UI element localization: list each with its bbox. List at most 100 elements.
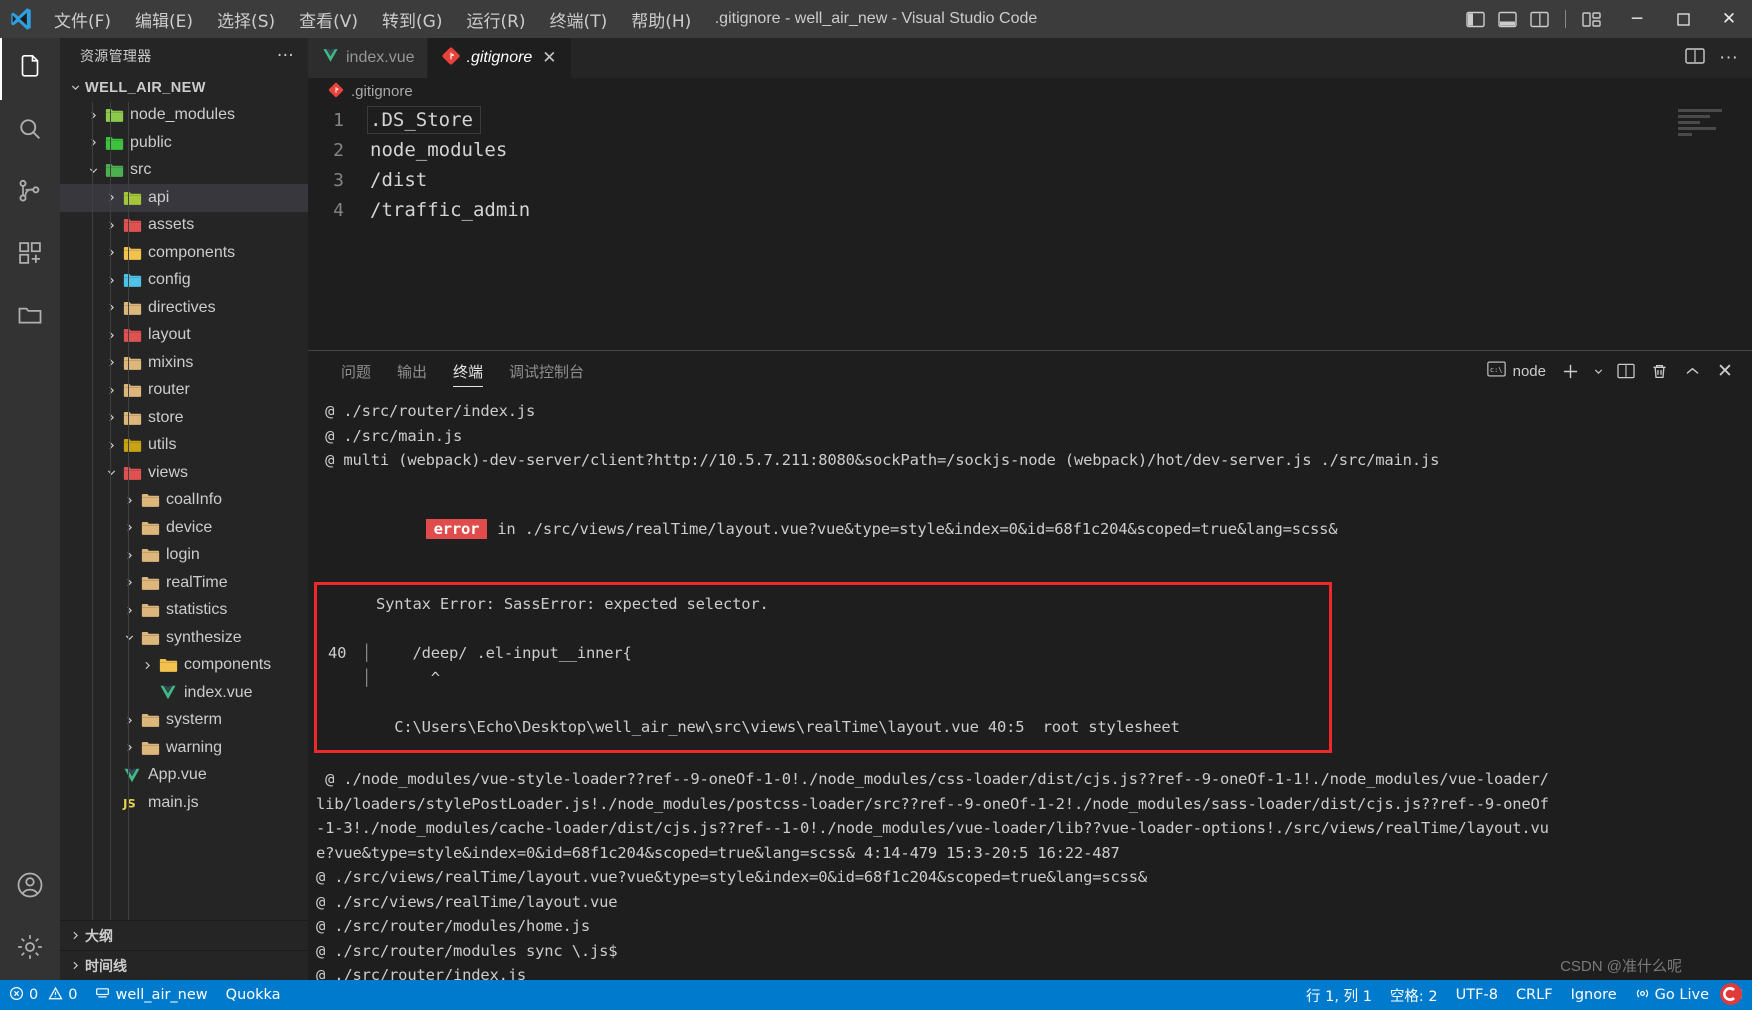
- chevron-right-icon[interactable]: [84, 109, 103, 122]
- chevron-right-icon[interactable]: [102, 329, 121, 342]
- maximize-panel-icon[interactable]: [1677, 356, 1707, 386]
- status-go-live[interactable]: Go Live: [1626, 980, 1718, 1010]
- menu-edit[interactable]: 编辑(E): [123, 3, 205, 36]
- close-button[interactable]: ✕: [1706, 0, 1752, 38]
- minimap[interactable]: [1678, 109, 1738, 179]
- chevron-down-icon[interactable]: [66, 81, 85, 94]
- tree-row-realtime[interactable]: realTime: [60, 569, 308, 597]
- chevron-right-icon[interactable]: [102, 439, 121, 452]
- chevron-right-icon[interactable]: [138, 659, 157, 672]
- tree-row-store[interactable]: store: [60, 404, 308, 432]
- code-line[interactable]: 4/traffic_admin: [308, 195, 1752, 225]
- chevron-right-icon[interactable]: [84, 136, 103, 149]
- tree-row-root[interactable]: WELL_AIR_NEW: [60, 74, 308, 102]
- chevron-right-icon[interactable]: [120, 741, 139, 754]
- toggle-panel-icon[interactable]: [1495, 7, 1519, 31]
- tree-row-src[interactable]: src: [60, 157, 308, 185]
- tree-row-synthesize[interactable]: synthesize: [60, 624, 308, 652]
- tree-row-utils[interactable]: utils: [60, 432, 308, 460]
- maximize-button[interactable]: [1660, 0, 1706, 38]
- chevron-down-icon[interactable]: [84, 164, 103, 177]
- menu-terminal[interactable]: 终端(T): [538, 3, 620, 36]
- activity-source-control[interactable]: [0, 162, 60, 224]
- status-remote[interactable]: well_air_new: [86, 980, 216, 1010]
- tree-row-node-modules[interactable]: node_modules: [60, 102, 308, 130]
- customize-layout-icon[interactable]: [1580, 7, 1604, 31]
- tree-row-layout[interactable]: layout: [60, 322, 308, 350]
- tab-terminal[interactable]: 终端: [440, 351, 496, 391]
- chevron-right-icon[interactable]: [120, 549, 139, 562]
- tree-row-warning[interactable]: warning: [60, 734, 308, 762]
- chevron-right-icon[interactable]: [102, 411, 121, 424]
- split-terminal-icon[interactable]: [1611, 356, 1641, 386]
- tab-output[interactable]: 输出: [384, 351, 440, 391]
- status-cursor-position[interactable]: 行 1, 列 1: [1297, 980, 1381, 1010]
- tree-row-assets[interactable]: assets: [60, 212, 308, 240]
- tab-problems[interactable]: 问题: [328, 351, 384, 391]
- activity-search[interactable]: [0, 100, 60, 162]
- chevron-right-icon[interactable]: [102, 219, 121, 232]
- status-quokka[interactable]: Quokka: [217, 980, 290, 1010]
- chevron-right-icon[interactable]: [120, 714, 139, 727]
- toggle-primary-sidebar-icon[interactable]: [1463, 7, 1487, 31]
- chevron-down-icon[interactable]: [102, 466, 121, 479]
- sidebar-section-timeline[interactable]: 时间线: [60, 950, 308, 980]
- tree-row-components[interactable]: components: [60, 239, 308, 267]
- tree-row-config[interactable]: config: [60, 267, 308, 295]
- chevron-right-icon[interactable]: [120, 576, 139, 589]
- tab-gitignore[interactable]: .gitignore ✕: [427, 38, 573, 78]
- activity-extensions[interactable]: [0, 224, 60, 286]
- code-line[interactable]: 1 .DS_Store: [308, 105, 1752, 135]
- status-encoding[interactable]: UTF-8: [1447, 980, 1507, 1010]
- terminal-output[interactable]: @ ./src/router/index.js @ ./src/main.js …: [308, 391, 1752, 980]
- chevron-right-icon[interactable]: [102, 384, 121, 397]
- tree-row-statistics[interactable]: statistics: [60, 597, 308, 625]
- chevron-right-icon[interactable]: [120, 521, 139, 534]
- activity-accounts[interactable]: [0, 856, 60, 918]
- menu-view[interactable]: 查看(V): [287, 3, 370, 36]
- menu-run[interactable]: 运行(R): [454, 3, 537, 36]
- explorer-more-icon[interactable]: ···: [277, 48, 300, 65]
- toggle-secondary-sidebar-icon[interactable]: [1527, 7, 1551, 31]
- menu-selection[interactable]: 选择(S): [205, 3, 287, 36]
- chevron-right-icon[interactable]: [120, 494, 139, 507]
- more-actions-icon[interactable]: ···: [1719, 48, 1738, 67]
- chevron-down-icon[interactable]: [120, 631, 139, 644]
- tree-row-mixins[interactable]: mixins: [60, 349, 308, 377]
- code-line[interactable]: 2 node_modules: [308, 135, 1752, 165]
- new-terminal-icon[interactable]: [1555, 356, 1585, 386]
- chevron-right-icon[interactable]: [102, 191, 121, 204]
- menu-go[interactable]: 转到(G): [370, 3, 454, 36]
- chevron-down-icon[interactable]: [1588, 356, 1608, 386]
- tree-row-main-js[interactable]: JS main.js: [60, 789, 308, 817]
- kill-terminal-icon[interactable]: [1644, 356, 1674, 386]
- terminal-selector[interactable]: c:\ node: [1481, 361, 1552, 381]
- close-panel-icon[interactable]: ✕: [1710, 356, 1740, 386]
- activity-explorer[interactable]: [0, 38, 60, 100]
- minimize-button[interactable]: ─: [1614, 0, 1660, 38]
- tree-row-coalinfo[interactable]: coalInfo: [60, 487, 308, 515]
- split-editor-icon[interactable]: [1685, 47, 1705, 70]
- activity-settings[interactable]: [0, 918, 60, 980]
- tab-index-vue[interactable]: index.vue: [308, 38, 428, 78]
- code-line[interactable]: 3/dist: [308, 165, 1752, 195]
- tree-row-systerm[interactable]: systerm: [60, 707, 308, 735]
- menu-file[interactable]: 文件(F): [42, 3, 123, 36]
- tree-row-login[interactable]: login: [60, 542, 308, 570]
- status-language-mode[interactable]: Ignore: [1562, 980, 1626, 1010]
- file-tree[interactable]: WELL_AIR_NEW node_modules public src api ass…: [60, 74, 308, 920]
- chevron-right-icon[interactable]: [102, 356, 121, 369]
- code-editor[interactable]: 1 .DS_Store 2 node_modules 3/dist 4/traffic_a…: [308, 105, 1752, 350]
- chevron-right-icon[interactable]: [102, 246, 121, 259]
- status-problems[interactable]: 0 0: [0, 980, 86, 1010]
- tree-row-app-vue[interactable]: App.vue: [60, 762, 308, 790]
- tree-row-index-vue[interactable]: index.vue: [60, 679, 308, 707]
- tree-row-router[interactable]: router: [60, 377, 308, 405]
- tree-row-components[interactable]: components: [60, 652, 308, 680]
- status-indentation[interactable]: 空格: 2: [1381, 980, 1447, 1010]
- chevron-right-icon[interactable]: [102, 274, 121, 287]
- close-icon[interactable]: ✕: [539, 48, 559, 68]
- activity-remote-explorer[interactable]: [0, 286, 60, 348]
- breadcrumb[interactable]: .gitignore: [308, 78, 1752, 105]
- chevron-right-icon[interactable]: [120, 604, 139, 617]
